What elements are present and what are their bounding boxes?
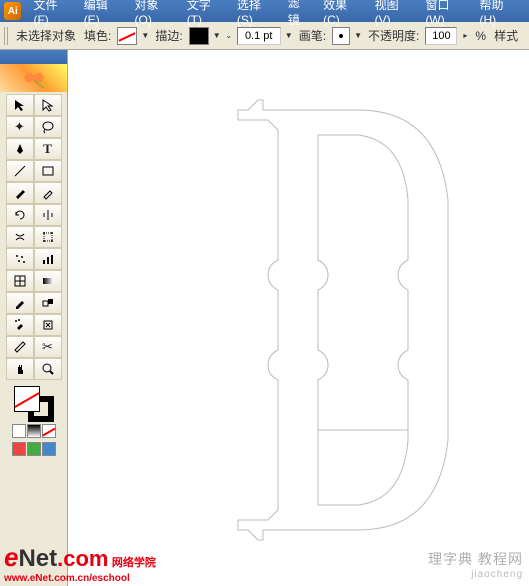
live-paint-tool[interactable] xyxy=(6,314,34,336)
menu-file[interactable]: 文件(F) xyxy=(27,0,77,29)
brush-dropdown[interactable]: ▼ xyxy=(354,27,362,45)
screen-full[interactable] xyxy=(42,442,56,456)
live-paint-selection-tool[interactable] xyxy=(34,314,62,336)
fill-color-box[interactable] xyxy=(14,386,40,412)
type-tool[interactable]: T xyxy=(34,138,62,160)
app-icon: Ai xyxy=(4,2,21,20)
scissors-tool[interactable]: ✂ xyxy=(34,336,62,358)
selection-tool[interactable] xyxy=(6,94,34,116)
flower-icon xyxy=(14,66,54,90)
paintbrush-tool[interactable] xyxy=(6,182,34,204)
symbol-sprayer-tool[interactable] xyxy=(6,248,34,270)
blend-tool[interactable] xyxy=(34,292,62,314)
toolbox-titlebar[interactable] xyxy=(0,50,67,64)
optbar-grip[interactable] xyxy=(4,27,10,45)
menu-select[interactable]: 选择(S) xyxy=(231,0,282,29)
free-transform-tool[interactable] xyxy=(34,226,62,248)
stroke-weight-dropdown[interactable]: ▼ xyxy=(285,27,293,45)
menu-help[interactable]: 帮助(H) xyxy=(474,0,526,29)
stroke-weight-input[interactable] xyxy=(237,27,281,45)
fill-stroke-control xyxy=(0,382,67,460)
opacity-label[interactable]: 不透明度: xyxy=(366,27,421,44)
menu-filter[interactable]: 滤镜 xyxy=(282,0,317,30)
canvas[interactable] xyxy=(68,50,529,586)
pencil-tool[interactable] xyxy=(34,182,62,204)
artwork-letter-d xyxy=(208,90,508,550)
pen-tool[interactable] xyxy=(6,138,34,160)
menu-effect[interactable]: 效果(C) xyxy=(317,0,369,29)
menu-bar: Ai 文件(F) 编辑(E) 对象(O) 文字(T) 选择(S) 滤镜 效果(C… xyxy=(0,0,529,22)
reflect-tool[interactable] xyxy=(34,204,62,226)
rectangle-tool[interactable] xyxy=(34,160,62,182)
fill-dropdown[interactable]: ▼ xyxy=(141,27,149,45)
mesh-tool[interactable] xyxy=(6,270,34,292)
stroke-weight-decrement[interactable]: ⌄ xyxy=(225,27,233,45)
brush-label: 画笔: xyxy=(297,27,328,44)
stroke-dropdown[interactable]: ▼ xyxy=(213,27,221,45)
screen-normal[interactable] xyxy=(12,442,26,456)
stroke-label[interactable]: 描边: xyxy=(153,27,184,44)
magic-wand-tool[interactable]: ✦ xyxy=(6,116,34,138)
screen-full-menu[interactable] xyxy=(27,442,41,456)
direct-selection-tool[interactable] xyxy=(34,94,62,116)
menu-type[interactable]: 文字(T) xyxy=(181,0,231,29)
eyedropper-tool[interactable] xyxy=(6,292,34,314)
menu-edit[interactable]: 编辑(E) xyxy=(78,0,129,29)
gradient-mode[interactable] xyxy=(27,424,41,438)
toolbox-decoration xyxy=(0,64,67,92)
line-tool[interactable] xyxy=(6,160,34,182)
warp-tool[interactable] xyxy=(6,226,34,248)
noselection-label: 未选择对象 xyxy=(14,27,78,44)
menu-window[interactable]: 窗口(W) xyxy=(419,0,473,29)
gradient-tool[interactable] xyxy=(34,270,62,292)
brush-preview[interactable] xyxy=(332,27,350,45)
color-mode[interactable] xyxy=(12,424,26,438)
menu-object[interactable]: 对象(O) xyxy=(129,0,181,29)
hand-tool[interactable] xyxy=(6,358,34,380)
none-mode[interactable] xyxy=(42,424,56,438)
toolbox: ✦ T ✂ xyxy=(0,50,68,586)
zoom-tool[interactable] xyxy=(34,358,62,380)
fill-swatch[interactable] xyxy=(117,27,137,45)
stroke-swatch[interactable] xyxy=(189,27,209,45)
opacity-dropdown[interactable]: ▸ xyxy=(461,27,469,45)
graph-tool[interactable] xyxy=(34,248,62,270)
menu-view[interactable]: 视图(V) xyxy=(369,0,420,29)
fill-label: 填色: xyxy=(82,27,113,44)
lasso-tool[interactable] xyxy=(34,116,62,138)
main-area: ✦ T ✂ xyxy=(0,50,529,586)
slice-tool[interactable] xyxy=(6,336,34,358)
style-label: 样式 xyxy=(492,27,520,44)
rotate-tool[interactable] xyxy=(6,204,34,226)
opacity-input[interactable] xyxy=(425,27,457,45)
pct-label: % xyxy=(473,29,488,43)
